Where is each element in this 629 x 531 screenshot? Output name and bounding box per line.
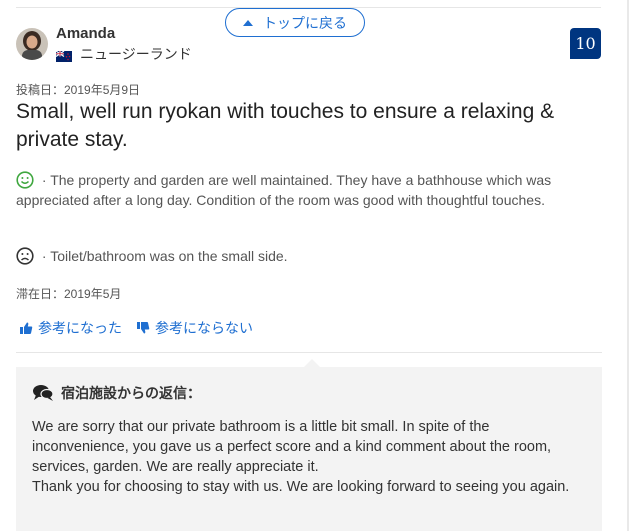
positive-text: The property and garden are well maintai… [16, 172, 552, 208]
posted-date: 投稿日：2019年5月9日 [16, 83, 141, 97]
back-to-top-button[interactable]: トップに戻る [225, 8, 365, 37]
new-zealand-flag-icon [55, 49, 72, 62]
happy-face-icon [16, 171, 34, 189]
reviewer-avatar [16, 28, 48, 60]
thumbs-down-icon [137, 322, 150, 334]
separator-dot: · [38, 172, 51, 188]
helpful-no-label: 参考にならない [155, 320, 253, 336]
thumbs-up-icon [20, 322, 33, 334]
helpful-yes-button[interactable]: 参考になった [19, 318, 122, 338]
speech-bubbles-icon [33, 385, 54, 401]
caret-up-icon [243, 19, 253, 26]
back-to-top-label: トップに戻る [263, 14, 347, 31]
stay-date: 滞在日：2019年5月 [16, 287, 122, 301]
negative-text: Toilet/bathroom was on the small side. [50, 248, 288, 264]
reviewer-country: ニュージーランド [55, 44, 192, 64]
review-title: Small, well run ryokan with touches to e… [16, 100, 555, 151]
property-reply: 宿泊施設からの返信： We are sorry that our private… [16, 367, 602, 531]
review-score-badge: 10 [570, 28, 601, 59]
sad-face-icon [16, 247, 34, 265]
reviewer-name: Amanda [56, 25, 116, 42]
helpful-votes: 参考になった 参考にならない [19, 318, 253, 338]
review-negative: · Toilet/bathroom was on the small side. [16, 246, 586, 266]
separator-dot: · [38, 248, 51, 264]
review-positive: · The property and garden are well maint… [16, 170, 586, 210]
helpful-yes-label: 参考になった [38, 320, 122, 336]
helpful-no-button[interactable]: 参考にならない [136, 318, 253, 338]
reply-header-label: 宿泊施設からの返信： [61, 385, 201, 401]
reply-text: We are sorry that our private bathroom i… [32, 419, 570, 495]
reviewer-country-name: ニュージーランド [80, 46, 192, 62]
reply-header: 宿泊施設からの返信： [32, 383, 586, 403]
section-divider [16, 352, 602, 353]
